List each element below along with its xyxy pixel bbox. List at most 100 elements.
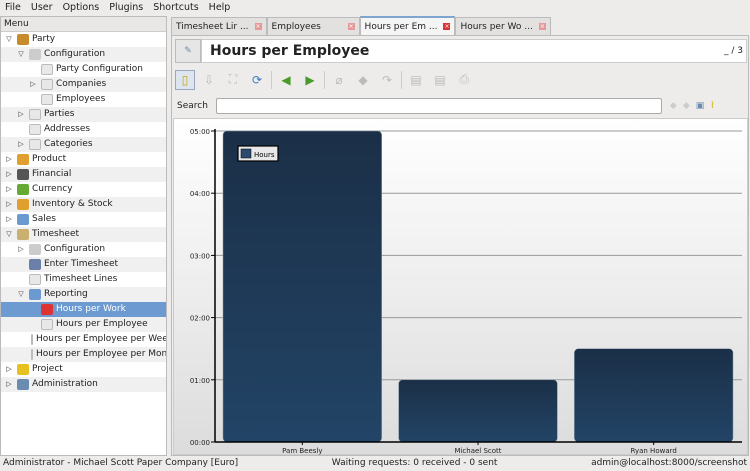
menu-item[interactable]: ▷ Project <box>1 362 166 377</box>
menu-item[interactable]: ▷ Inventory & Stock <box>1 197 166 212</box>
expander-icon[interactable]: ▷ <box>28 77 38 92</box>
search-input[interactable] <box>215 98 662 114</box>
expander-icon[interactable]: ▷ <box>4 167 14 182</box>
menu-item[interactable]: ▽ Party <box>1 32 166 47</box>
tab[interactable]: Timesheet Lir ... × <box>171 17 267 35</box>
next-button[interactable]: ▶ <box>300 70 320 90</box>
menu-item[interactable]: ▷ Configuration <box>1 242 166 257</box>
y-tick-label: 00:00 <box>190 439 210 447</box>
expander-icon[interactable]: ▽ <box>4 227 14 242</box>
tab-label: Hours per Em ... <box>364 21 438 32</box>
menu-item[interactable]: ▷ Companies <box>1 77 166 92</box>
divider <box>401 70 402 89</box>
menu-item[interactable]: ▷ Parties <box>1 107 166 122</box>
menu-item[interactable]: Hours per Employee per Month <box>1 347 166 362</box>
expander-icon[interactable]: ▽ <box>16 47 26 62</box>
menu-item[interactable]: ▷ Sales <box>1 212 166 227</box>
menu-item[interactable]: Addresses <box>1 122 166 137</box>
previous-button[interactable]: ◀ <box>276 70 296 90</box>
document-icon <box>31 334 33 345</box>
save-button[interactable]: ⇩ <box>199 70 219 90</box>
expander-icon[interactable]: ▷ <box>16 107 26 122</box>
expander-icon[interactable]: ▷ <box>4 197 14 212</box>
search-previous-icon[interactable]: ◆ <box>670 101 677 111</box>
menu-item-label: Companies <box>56 79 107 89</box>
menu-item[interactable]: ▷ Categories <box>1 137 166 152</box>
reload-button[interactable]: ⟳ <box>247 70 267 90</box>
tab[interactable]: Employees × <box>266 17 360 35</box>
close-tab-icon[interactable]: × <box>538 23 546 30</box>
status-user: Administrator - Michael Scott Paper Comp… <box>3 458 239 468</box>
relate-button[interactable]: ↷ <box>377 70 397 90</box>
clear-broom-icon[interactable]: ⌇ <box>710 101 714 111</box>
menu-item[interactable]: Timesheet Lines <box>1 272 166 287</box>
menu-item-label: Hours per Work <box>56 304 126 314</box>
menu-user[interactable]: User <box>31 2 53 13</box>
menu-item[interactable]: ▷ Product <box>1 152 166 167</box>
expander-icon[interactable]: ▷ <box>4 377 14 392</box>
menu-item[interactable]: ▷ Financial <box>1 167 166 182</box>
menu-item[interactable]: ▽ Configuration <box>1 47 166 62</box>
menu-item-label: Categories <box>44 139 93 149</box>
menu-item-label: Configuration <box>44 49 106 59</box>
menu-item[interactable]: ▽ Timesheet <box>1 227 166 242</box>
divider <box>271 70 272 89</box>
report-button[interactable]: ▤ <box>406 70 426 90</box>
y-tick-label: 04:00 <box>190 190 210 198</box>
email-button[interactable]: ▤ <box>430 70 450 90</box>
menu-item[interactable]: Hours per Work <box>1 302 166 317</box>
expander-icon[interactable]: ▷ <box>4 362 14 377</box>
tab-label: Hours per Wo ... <box>460 21 533 32</box>
menu-item[interactable]: ▷ Administration <box>1 377 166 392</box>
action-button[interactable]: ◆ <box>353 70 373 90</box>
document-icon <box>41 79 53 90</box>
status-requests: Waiting requests: 0 received - 0 sent <box>331 458 498 468</box>
document-icon <box>41 319 53 330</box>
menu-item-label: Hours per Employee per Month <box>36 349 166 359</box>
folder-icon <box>29 289 41 300</box>
print-button[interactable]: ⎙ <box>454 70 474 90</box>
y-tick-label: 05:00 <box>190 128 210 136</box>
menu-item-label: Project <box>32 364 63 374</box>
menu-help[interactable]: Help <box>209 2 231 13</box>
expander-icon[interactable]: ▷ <box>4 182 14 197</box>
menu-item[interactable]: Hours per Employee per Week <box>1 332 166 347</box>
new-button[interactable]: ▯ <box>175 69 195 90</box>
close-tab-icon[interactable]: × <box>443 23 451 30</box>
menu-item-label: Party <box>32 34 56 44</box>
tab[interactable]: Hours per Wo ... × <box>455 17 551 35</box>
menu-item[interactable]: Enter Timesheet <box>1 257 166 272</box>
divider <box>324 70 325 89</box>
menu-options[interactable]: Options <box>63 2 100 13</box>
expander-icon[interactable]: ▽ <box>16 287 26 302</box>
menu-shortcuts[interactable]: Shortcuts <box>153 2 198 13</box>
menu-file[interactable]: File <box>5 2 21 13</box>
menu-item[interactable]: ▽ Reporting <box>1 287 166 302</box>
legend-label: Hours <box>254 151 275 159</box>
menu-plugins[interactable]: Plugins <box>109 2 143 13</box>
expander-icon[interactable]: ▽ <box>4 32 14 47</box>
tab[interactable]: Hours per Em ... × <box>359 16 456 35</box>
menu-item[interactable]: ▷ Currency <box>1 182 166 197</box>
y-tick-label: 02:00 <box>190 315 210 323</box>
expander-icon[interactable]: ▷ <box>4 212 14 227</box>
close-tab-icon[interactable]: × <box>254 23 262 30</box>
tools-icon-button[interactable]: ✎ <box>175 39 201 63</box>
product-icon <box>17 154 29 165</box>
menu-item[interactable]: Party Configuration <box>1 62 166 77</box>
menu-item[interactable]: Employees <box>1 92 166 107</box>
bar <box>398 379 558 443</box>
menu-item[interactable]: Hours per Employee <box>1 317 166 332</box>
search-filter-icon[interactable]: ▣ <box>696 101 705 111</box>
expander-icon[interactable]: ▷ <box>16 242 26 257</box>
page-title: Hours per Employee <box>210 43 370 59</box>
document-icon <box>29 124 41 135</box>
close-tab-icon[interactable]: × <box>347 23 355 30</box>
menu-item-label: Currency <box>32 184 73 194</box>
tab-label: Employees <box>271 21 321 32</box>
expander-icon[interactable]: ▷ <box>4 152 14 167</box>
attachment-button[interactable]: ⌀ <box>329 70 349 90</box>
search-next-icon[interactable]: ◆ <box>683 101 690 111</box>
switch-view-button[interactable]: ⛶ <box>223 70 243 90</box>
expander-icon[interactable]: ▷ <box>16 137 26 152</box>
